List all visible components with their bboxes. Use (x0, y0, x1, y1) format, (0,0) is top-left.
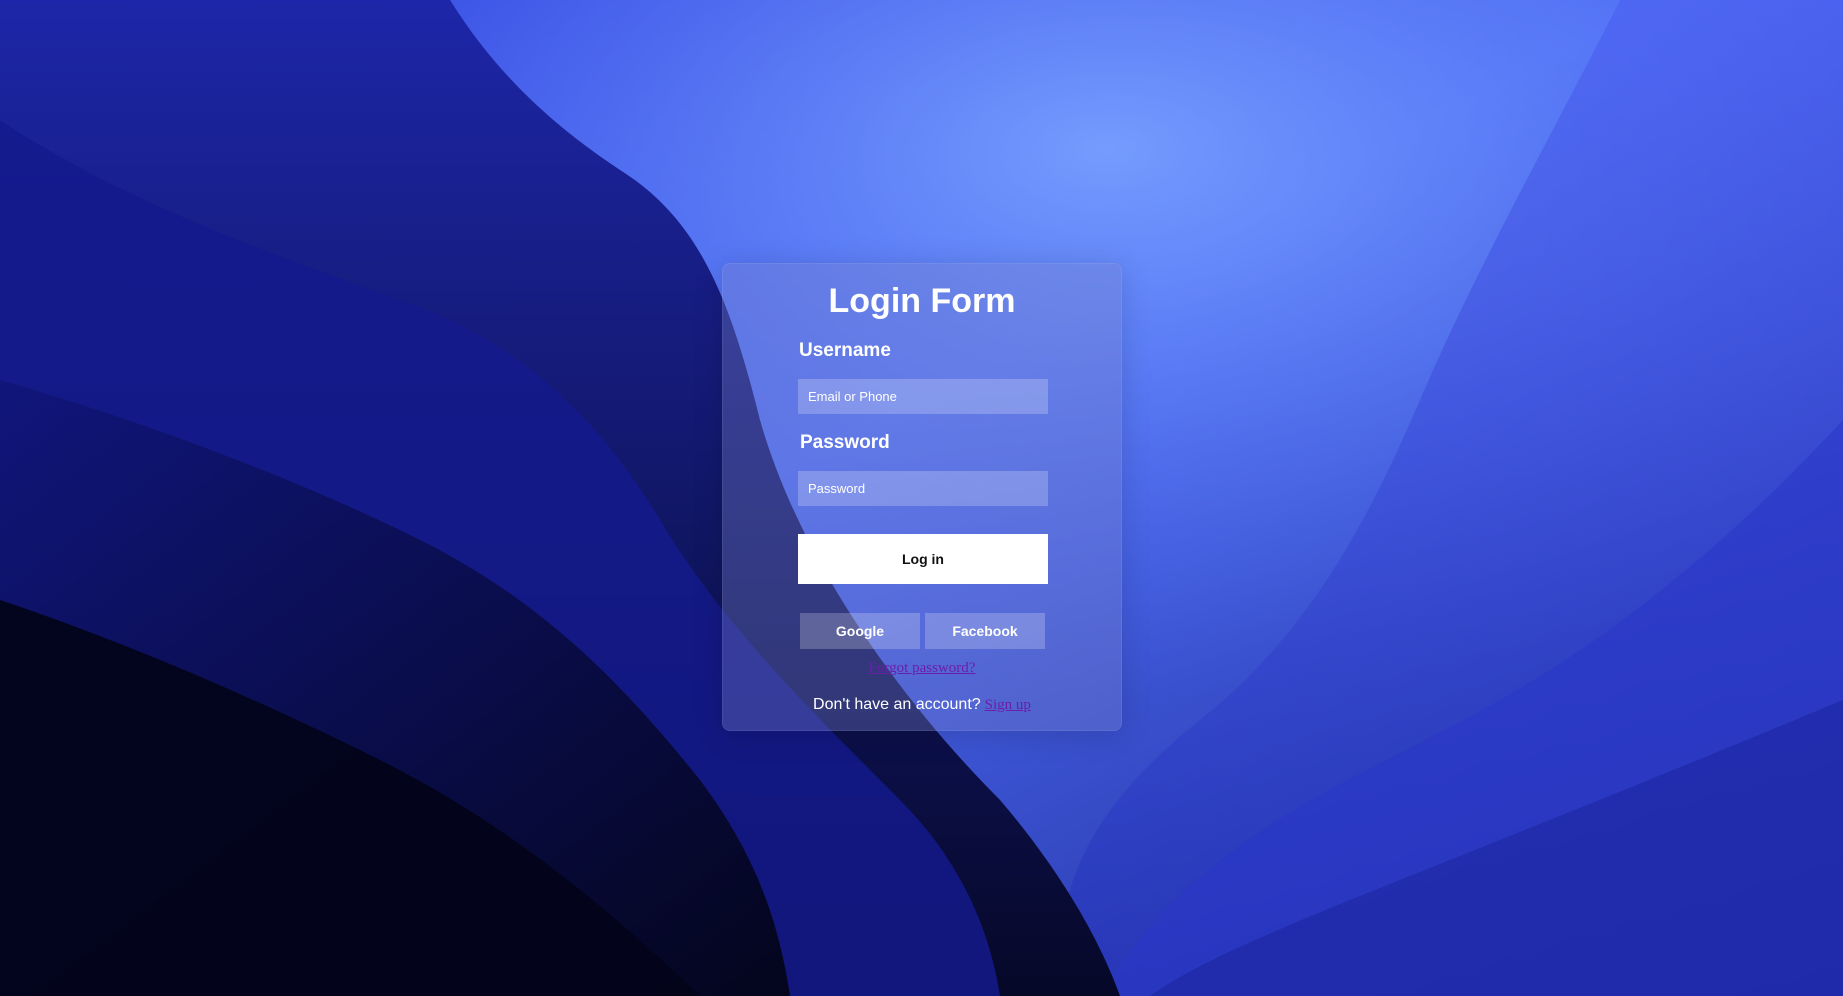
forgot-password-link[interactable]: Forgot password? (723, 660, 1121, 677)
signup-link[interactable]: Sign up (985, 697, 1031, 713)
google-button[interactable]: Google (800, 613, 920, 649)
signup-prompt: Don't have an account? (813, 696, 981, 713)
signup-row: Don't have an account? Sign up (723, 696, 1121, 714)
form-title: Login Form (828, 282, 1016, 320)
username-label: Username (799, 340, 891, 361)
password-input[interactable] (798, 471, 1048, 506)
password-label: Password (800, 432, 890, 453)
login-card: Login Form Username Password Log in Goog… (722, 263, 1122, 731)
username-input[interactable] (798, 379, 1048, 414)
login-button[interactable]: Log in (798, 534, 1048, 584)
facebook-button[interactable]: Facebook (925, 613, 1045, 649)
